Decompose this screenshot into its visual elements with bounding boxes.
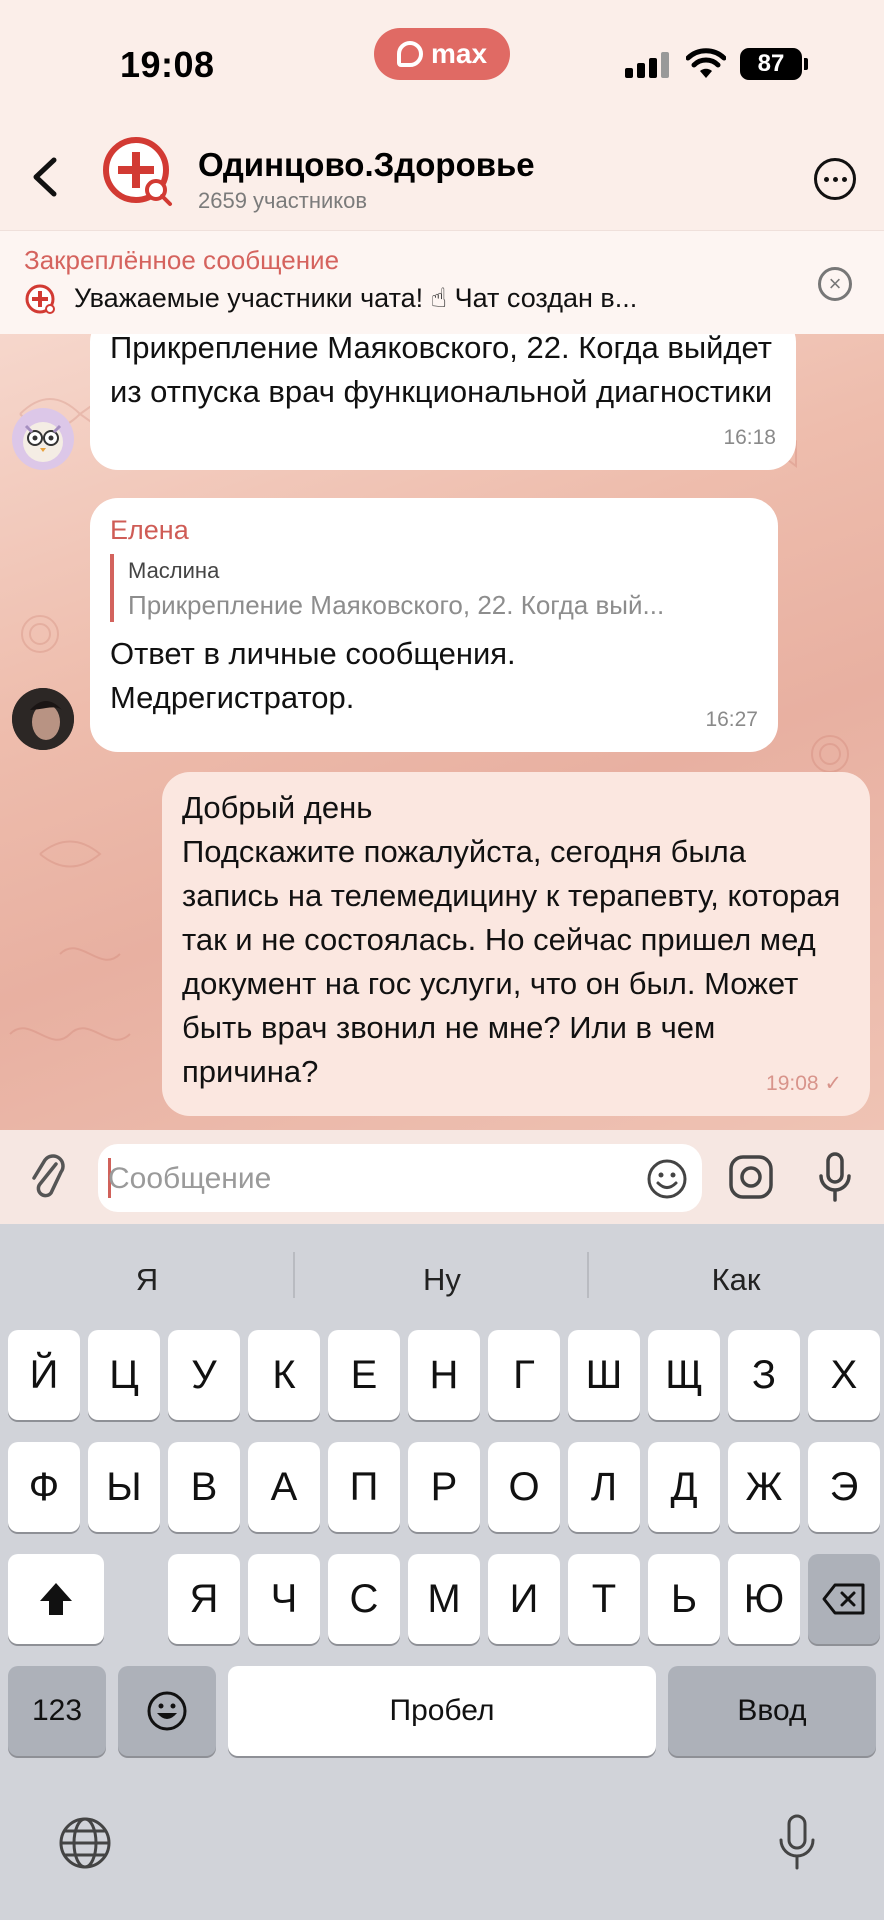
key[interactable]: Ь (648, 1554, 720, 1644)
wifi-icon (686, 48, 726, 78)
emoji-key[interactable] (118, 1666, 216, 1756)
status-bar: 19:08 max 87 (0, 0, 884, 130)
numbers-key[interactable]: 123 (8, 1666, 106, 1756)
key[interactable]: Я (168, 1554, 240, 1644)
battery-indicator: 87 (740, 48, 802, 80)
backspace-icon (822, 1583, 865, 1615)
key[interactable]: М (408, 1554, 480, 1644)
key[interactable]: В (168, 1442, 240, 1532)
battery-tip (804, 58, 808, 70)
backspace-key[interactable] (808, 1554, 880, 1644)
message-bubble[interactable]: Прикрепление Маяковского, 22. Когда выйд… (90, 334, 796, 470)
suggestion-3[interactable]: Как (589, 1262, 883, 1298)
keyboard: Я Ну Как Й Ц У К Е Н Г Ш Щ З Х Ф Ы В А П… (0, 1224, 884, 1920)
key[interactable]: Э (808, 1442, 880, 1532)
shift-icon (40, 1583, 72, 1615)
user-avatar[interactable] (12, 408, 74, 470)
channel-avatar[interactable] (100, 134, 176, 210)
paperclip-icon[interactable] (28, 1150, 68, 1204)
key[interactable]: А (248, 1442, 320, 1532)
status-time: 19:08 (120, 44, 215, 85)
message-text: Добрый день Подскажите пожалуйста, сегод… (182, 790, 841, 1089)
emoji-key-icon (147, 1691, 187, 1731)
pinned-channel-icon (25, 284, 55, 314)
message-time: 19:08 ✓ (766, 1072, 842, 1095)
key[interactable]: Х (808, 1330, 880, 1420)
user-avatar[interactable] (12, 688, 74, 750)
message-placeholder: Сообщение (108, 1162, 272, 1195)
message-text: Ответ в личные сообщения. Медрегистратор… (110, 636, 516, 715)
globe-icon[interactable] (58, 1816, 112, 1870)
shift-key[interactable] (8, 1554, 104, 1644)
camera-icon[interactable] (728, 1154, 774, 1200)
back-arrow-icon[interactable] (26, 152, 66, 202)
key[interactable]: Е (328, 1330, 400, 1420)
key[interactable]: П (328, 1442, 400, 1532)
cellular-signal-icon (625, 52, 669, 78)
reply-text: Прикрепление Маяковского, 22. Когда вый.… (128, 590, 665, 620)
sender-name[interactable]: Елена (110, 512, 758, 548)
key[interactable]: Ю (728, 1554, 800, 1644)
suggestion-2[interactable]: Ну (295, 1262, 589, 1298)
max-app-pill[interactable]: max (374, 28, 510, 80)
key[interactable]: Ш (568, 1330, 640, 1420)
owl-avatar-icon (23, 422, 63, 462)
chat-header: Одинцово.Здоровье 2659 участников (0, 130, 884, 230)
key[interactable]: Ы (88, 1442, 160, 1532)
pinned-text: Уважаемые участники чата! ☝ Чат создан в… (74, 283, 638, 313)
key[interactable]: Щ (648, 1330, 720, 1420)
pinned-message-bar[interactable]: Закреплённое сообщение Уважаемые участни… (0, 230, 884, 334)
photo-avatar (12, 688, 74, 750)
close-pinned-icon[interactable]: × (818, 267, 852, 301)
message-input[interactable]: Сообщение (98, 1144, 702, 1212)
chat-title[interactable]: Одинцово.Здоровье (198, 146, 535, 184)
key[interactable]: З (728, 1330, 800, 1420)
suggestion-1[interactable]: Я (0, 1262, 294, 1298)
key[interactable]: Д (648, 1442, 720, 1532)
message-text: Прикрепление Маяковского, 22. Когда выйд… (110, 334, 773, 409)
key[interactable]: К (248, 1330, 320, 1420)
message-time: 16:27 (705, 708, 758, 731)
message-bubble[interactable]: Елена Маслина Прикрепление Маяковского, … (90, 498, 778, 752)
key[interactable]: И (488, 1554, 560, 1644)
own-message-bubble[interactable]: Добрый день Подскажите пожалуйста, сегод… (162, 772, 870, 1116)
key[interactable]: Ч (248, 1554, 320, 1644)
reply-quote[interactable]: Маслина Прикрепление Маяковского, 22. Ко… (110, 554, 758, 622)
pinned-title: Закреплённое сообщение (24, 245, 340, 275)
key[interactable]: Й (8, 1330, 80, 1420)
key[interactable]: Р (408, 1442, 480, 1532)
return-key[interactable]: Ввод (668, 1666, 876, 1756)
emoji-icon[interactable] (646, 1158, 688, 1200)
reply-author: Маслина (128, 558, 220, 583)
participants-count: 2659 участников (198, 188, 368, 213)
microphone-icon[interactable] (816, 1150, 854, 1204)
max-logo-icon (396, 41, 423, 67)
space-key[interactable]: Пробел (228, 1666, 656, 1756)
key[interactable]: О (488, 1442, 560, 1532)
key[interactable]: У (168, 1330, 240, 1420)
message-input-bar: Сообщение (0, 1130, 884, 1224)
key[interactable]: Л (568, 1442, 640, 1532)
key[interactable]: Ж (728, 1442, 800, 1532)
key[interactable]: С (328, 1554, 400, 1644)
key[interactable]: Н (408, 1330, 480, 1420)
message-time: 16:18 (723, 426, 776, 449)
dictation-mic-icon[interactable] (776, 1812, 818, 1872)
key[interactable]: Г (488, 1330, 560, 1420)
key[interactable]: Ф (8, 1442, 80, 1532)
max-pill-label: max (430, 38, 488, 69)
key[interactable]: Ц (88, 1330, 160, 1420)
more-options-icon[interactable] (814, 158, 856, 200)
chat-messages-area[interactable]: Прикрепление Маяковского, 22. Когда выйд… (0, 334, 884, 1130)
key[interactable]: Т (568, 1554, 640, 1644)
